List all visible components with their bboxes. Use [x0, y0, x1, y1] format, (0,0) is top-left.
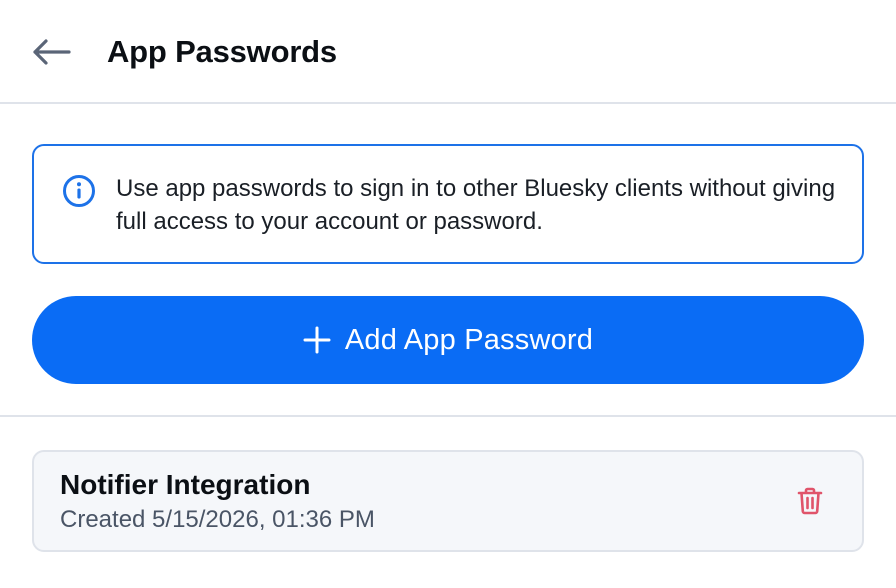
- add-app-password-label: Add App Password: [344, 324, 594, 356]
- delete-app-password-button[interactable]: [794, 485, 826, 517]
- page-header: App Passwords: [0, 0, 896, 104]
- arrow-left-icon: [33, 39, 71, 65]
- app-password-name: Notifier Integration: [60, 469, 311, 500]
- app-password-item: Notifier Integration Created 5/15/2026, …: [32, 450, 864, 552]
- app-password-created: Created 5/15/2026, 01:36 PM: [60, 506, 375, 533]
- info-circle-icon: [63, 175, 95, 207]
- section-divider: [0, 415, 896, 417]
- info-callout: Use app passwords to sign in to other Bl…: [32, 144, 864, 264]
- back-button[interactable]: [28, 30, 74, 74]
- plus-icon: [303, 326, 331, 354]
- page-title: App Passwords: [107, 34, 337, 69]
- trash-icon: [797, 487, 823, 515]
- add-app-password-button[interactable]: Add App Password: [32, 296, 864, 384]
- info-text: Use app passwords to sign in to other Bl…: [116, 175, 836, 235]
